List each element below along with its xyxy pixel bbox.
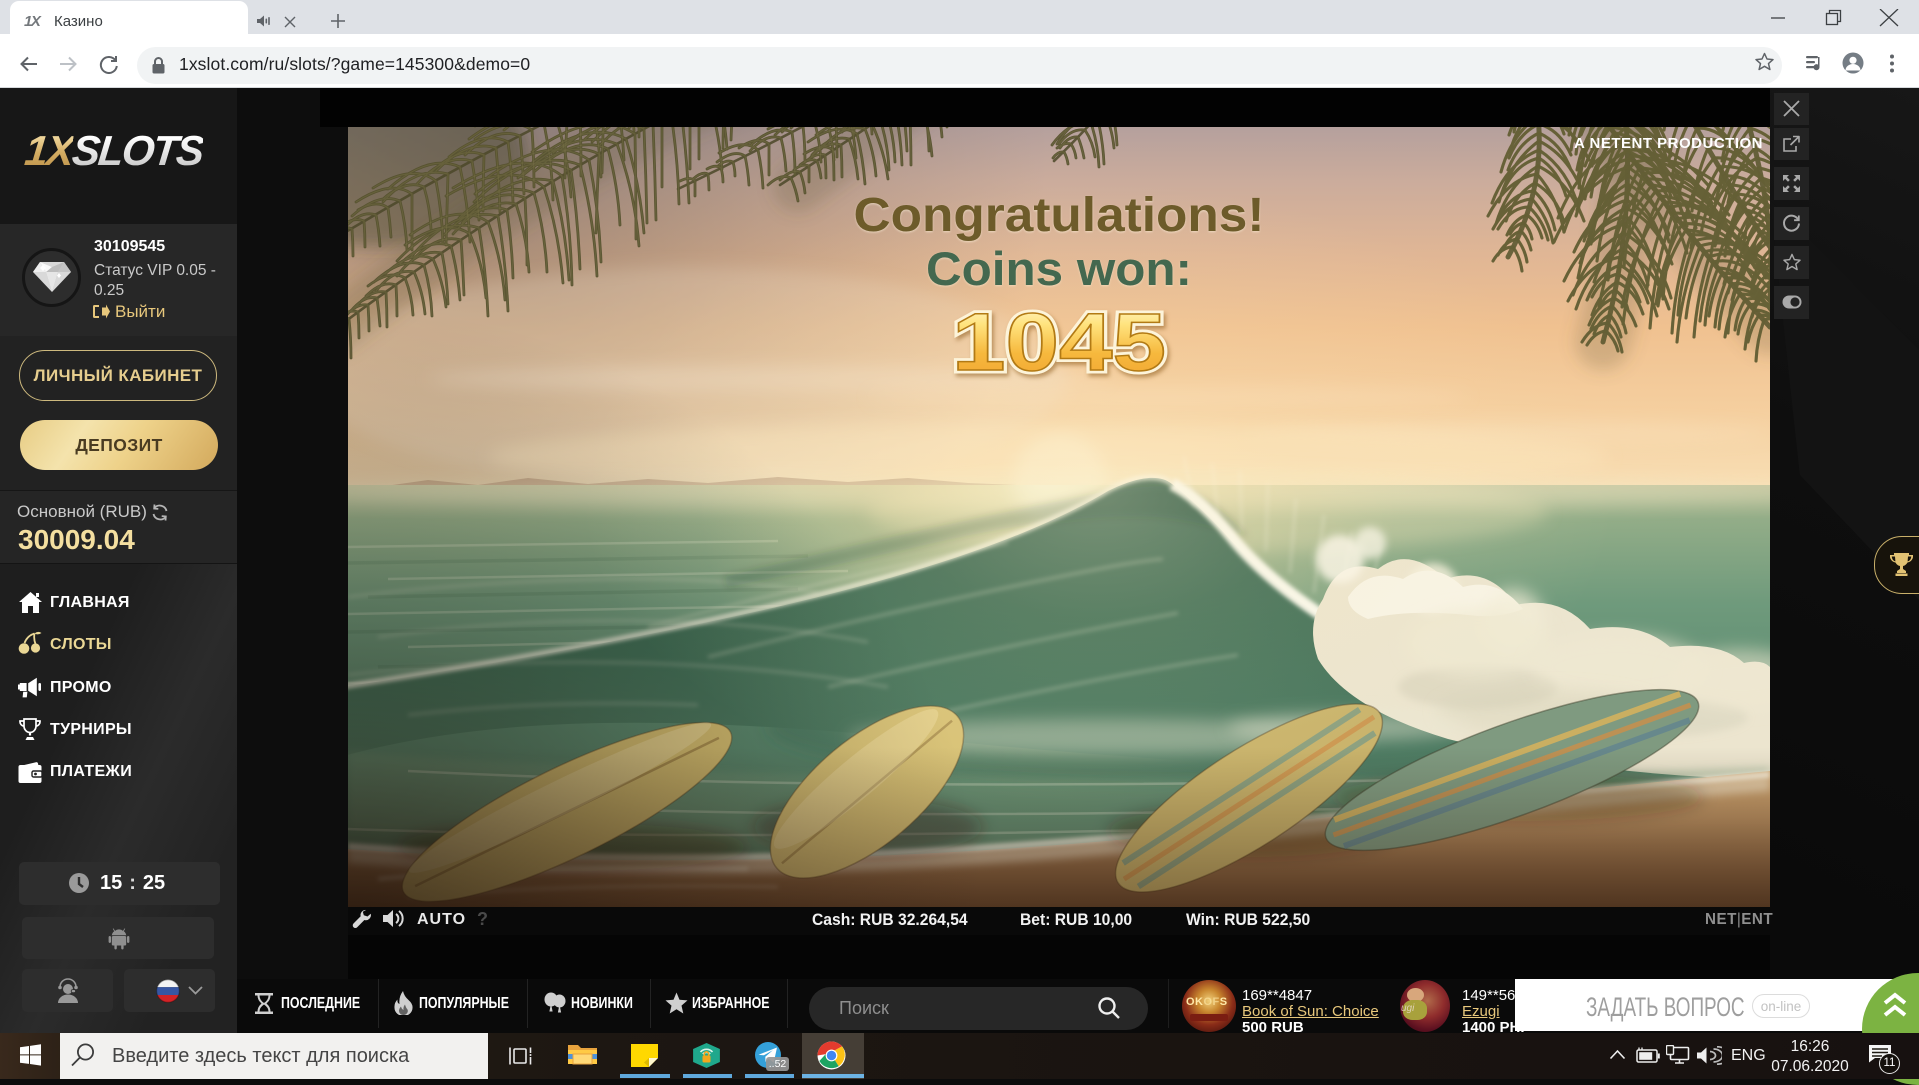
- svg-text:1045: 1045: [952, 297, 1166, 388]
- svg-text:Congratulations!: Congratulations!: [854, 189, 1265, 242]
- svg-text:Coins won:: Coins won:: [926, 242, 1192, 295]
- svg-text:A NETENT PRODUCTION: A NETENT PRODUCTION: [1574, 135, 1763, 152]
